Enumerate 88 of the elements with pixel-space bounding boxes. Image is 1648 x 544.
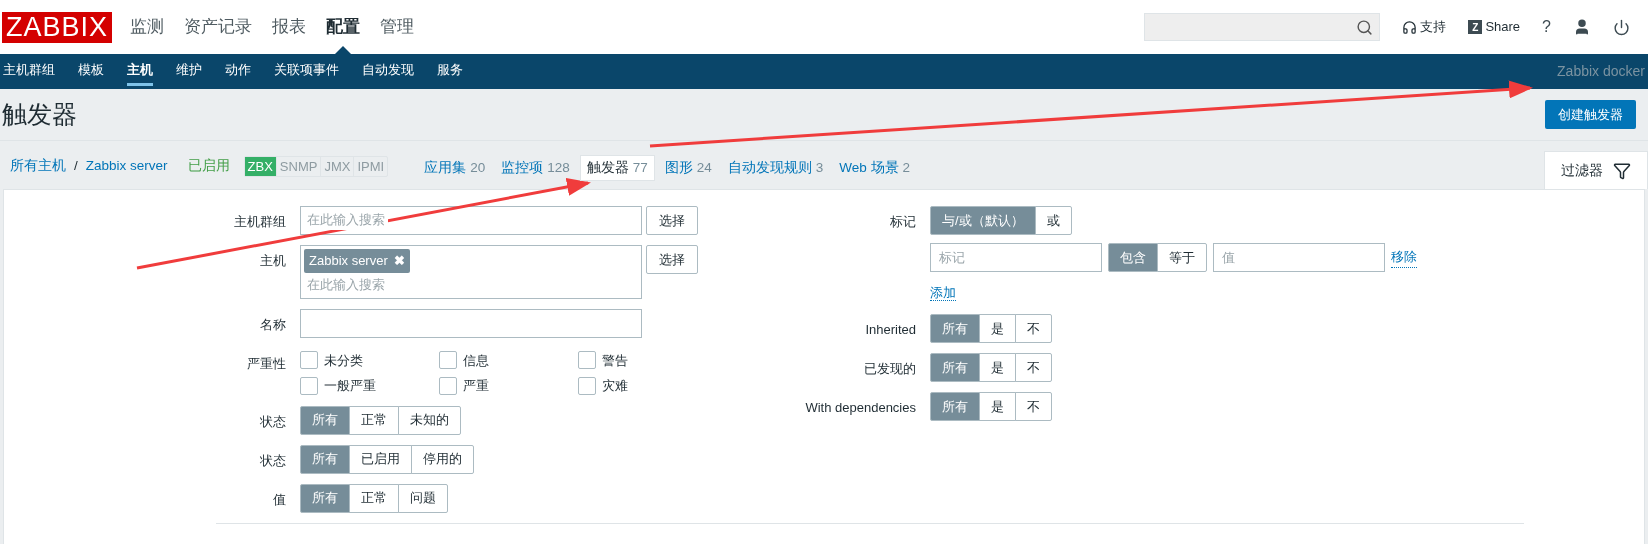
breadcrumb-separator: / — [74, 157, 78, 176]
checkbox[interactable] — [300, 351, 318, 370]
share-logo-icon: Z — [1468, 20, 1483, 34]
main-menu-item[interactable]: 配置 — [326, 17, 361, 37]
sub-menu-item[interactable]: 自动发现 — [362, 60, 414, 86]
checkbox[interactable] — [439, 376, 457, 395]
zabbix-logo[interactable]: ZABBIX — [2, 11, 113, 43]
support-link[interactable]: 支持 — [1402, 17, 1447, 37]
field-label: 状态 — [260, 413, 286, 429]
chip-text: Zabbix server — [309, 252, 388, 270]
value-field[interactable]: 值 — [1213, 243, 1385, 272]
availability-label: IPMI — [356, 157, 386, 176]
checkbox[interactable] — [439, 351, 457, 370]
checkbox[interactable] — [578, 376, 596, 395]
main-menu-item[interactable]: 报表 — [272, 17, 307, 37]
tag-field[interactable]: 标记 — [930, 243, 1102, 272]
remove-link[interactable]: 移除 — [1391, 247, 1417, 268]
checkbox-label: 未分类 — [324, 351, 363, 370]
page-title: 触发器 — [2, 98, 77, 130]
host-tab[interactable]: 应用集 20 — [418, 155, 492, 181]
help-link[interactable]: ? — [1542, 15, 1551, 39]
main-menu-item[interactable]: 监测 — [130, 17, 165, 37]
segment-option[interactable]: 正常 — [349, 405, 399, 435]
segment-option[interactable]: 不 — [1015, 392, 1052, 421]
field-label: 名称 — [260, 316, 286, 332]
field-label: 主机 — [260, 253, 286, 268]
share-link[interactable]: Z Share — [1468, 17, 1521, 37]
segment-option[interactable]: 是 — [979, 353, 1016, 382]
sub-menu-item[interactable]: 维护 — [176, 60, 202, 86]
search-placeholder: 在此输入搜索 — [304, 210, 388, 230]
checkbox-label: 严重 — [463, 377, 489, 395]
availability-label: ZBX — [244, 156, 277, 176]
host-tab[interactable]: 图形 24 — [658, 155, 718, 181]
field-label: 值 — [273, 491, 286, 507]
select-button[interactable]: 选择 — [646, 206, 698, 235]
availability-label: JMX — [321, 156, 355, 176]
field-label: 严重性 — [247, 355, 286, 371]
field-label: 状态 — [260, 452, 286, 468]
field-label: Inherited — [865, 322, 916, 337]
segment-option[interactable]: 或 — [1034, 206, 1072, 235]
sub-menu-item[interactable]: 关联项事件 — [274, 60, 339, 86]
search-field[interactable] — [1144, 13, 1381, 41]
add-link[interactable]: 添加 — [930, 285, 956, 301]
checkbox-label: 灾难 — [602, 377, 628, 395]
sub-menu-item[interactable]: 主机 — [127, 60, 153, 86]
sub-menu-item[interactable]: 服务 — [437, 60, 463, 86]
main-menu-item[interactable]: 资产记录 — [184, 17, 253, 37]
checkbox-label: 信息 — [463, 351, 489, 370]
breadcrumb-link[interactable]: Zabbix server — [85, 156, 168, 177]
segment-option[interactable]: 不 — [1015, 353, 1052, 382]
checkbox[interactable] — [300, 376, 318, 395]
host-tab[interactable]: Web 场景 2 — [833, 155, 917, 181]
checkbox[interactable] — [578, 351, 596, 370]
logout-icon[interactable] — [1613, 18, 1630, 36]
create-trigger-button[interactable]: 创建触发器 — [1545, 100, 1636, 129]
field-label: 已发现的 — [864, 361, 916, 376]
field-label: 主机群组 — [234, 214, 286, 229]
user-icon[interactable] — [1573, 18, 1591, 36]
main-menu-item[interactable]: 管理 — [380, 17, 415, 37]
filter-tab[interactable]: 过滤器 — [1544, 151, 1648, 189]
checkbox-label: 一般严重 — [324, 377, 376, 395]
availability-label: SNMP — [276, 156, 322, 176]
breadcrumb-link[interactable]: 所有主机 — [10, 156, 66, 177]
host-tab[interactable]: 自动发现规则 3 — [721, 155, 830, 181]
segment-option[interactable]: 不 — [1015, 314, 1052, 343]
field-label: 标记 — [890, 214, 916, 229]
search-icon — [1356, 18, 1374, 36]
segment-option[interactable]: 是 — [979, 392, 1016, 421]
segment-option[interactable]: 问题 — [398, 483, 448, 513]
host-status: 已启用 — [187, 157, 230, 176]
select-button[interactable]: 选择 — [646, 245, 698, 274]
checkbox-label: 警告 — [602, 351, 628, 370]
segment-option[interactable]: 等于 — [1157, 243, 1207, 272]
field-label: With dependencies — [805, 400, 916, 415]
sub-menu-item[interactable]: 动作 — [225, 60, 251, 86]
segment-option[interactable]: 已启用 — [349, 444, 412, 474]
host-tab[interactable]: 监控项 128 — [495, 155, 576, 181]
host-tab[interactable]: 触发器 77 — [579, 155, 655, 181]
sub-menu-item[interactable]: 模板 — [78, 60, 104, 86]
segment-option[interactable]: 正常 — [349, 483, 399, 513]
name-field[interactable] — [300, 308, 642, 338]
headset-icon — [1402, 19, 1418, 35]
segment-option[interactable]: 是 — [979, 314, 1016, 343]
sub-menu-item[interactable]: 主机群组 — [3, 60, 55, 86]
segment-option[interactable]: 停用的 — [411, 444, 474, 474]
segment-option[interactable]: 未知的 — [398, 405, 461, 435]
filter-icon — [1613, 161, 1631, 180]
server-name: Zabbix docker — [1557, 62, 1645, 81]
